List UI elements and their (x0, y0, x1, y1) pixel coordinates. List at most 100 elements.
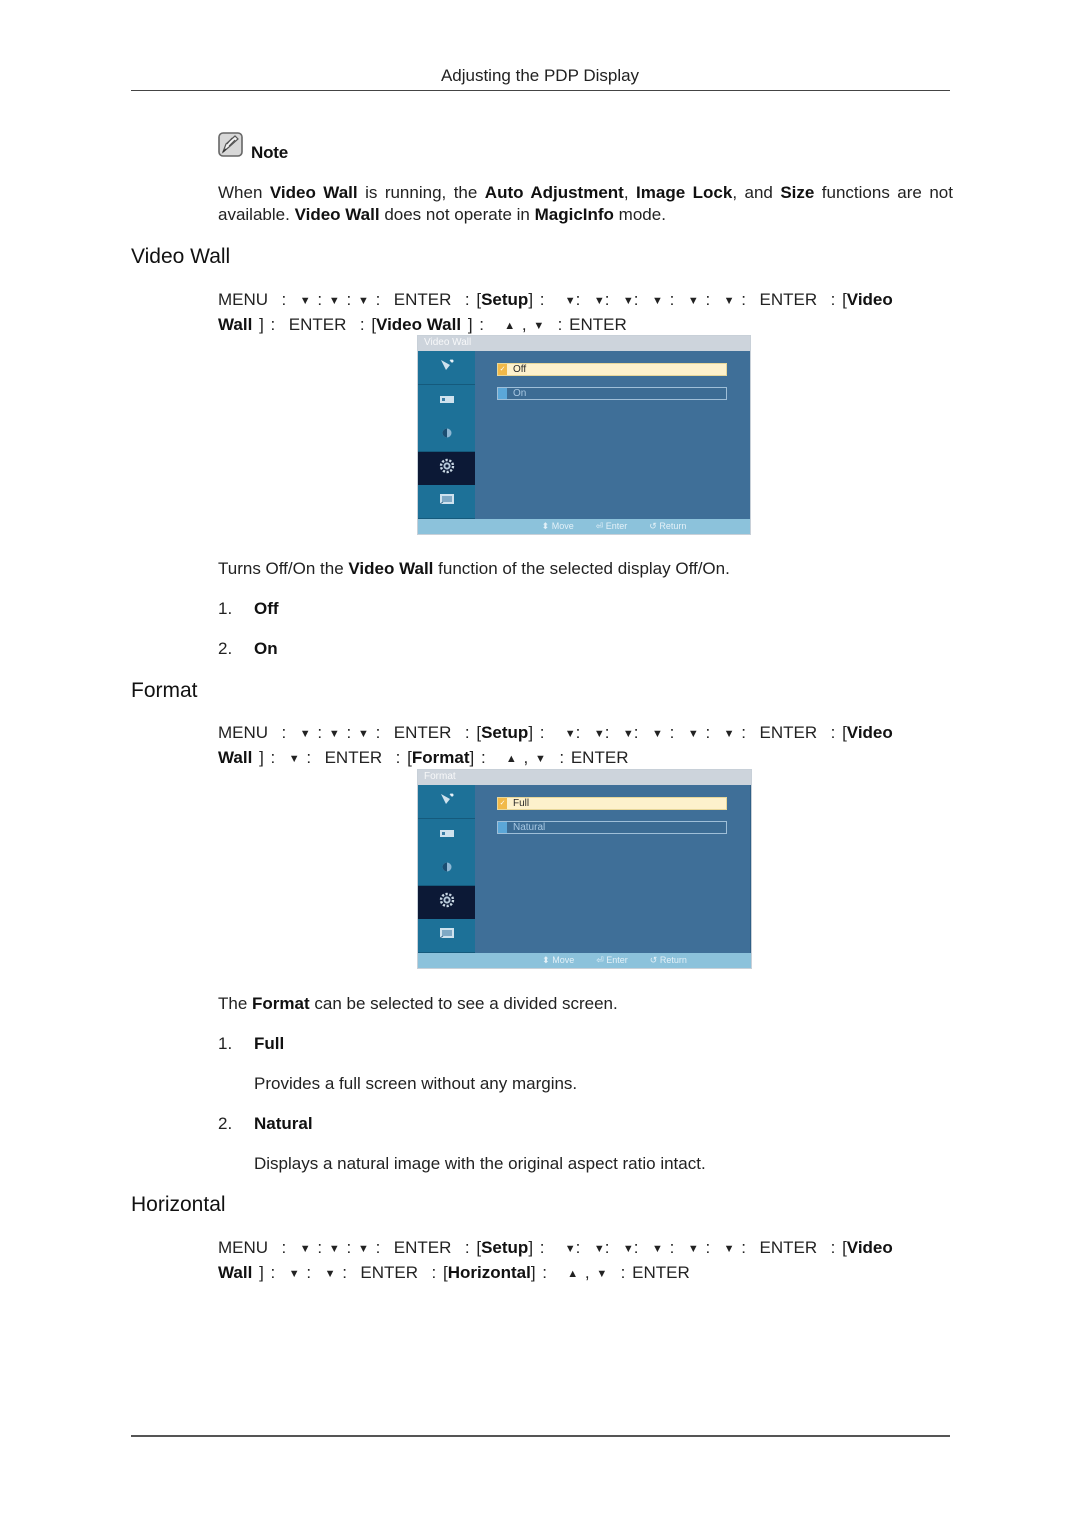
down-arrow-icon: ▼ (324, 1268, 336, 1280)
emphasized-term: Format (252, 994, 310, 1013)
check-icon: ✓ (498, 364, 507, 375)
osd-footer-enter: ⏎ Enter (596, 955, 628, 965)
osd-option-off: ✓ Off (497, 363, 727, 376)
list-item-desc-natural: Displays a natural image with the origin… (254, 1154, 706, 1173)
text-run: mode. (613, 205, 666, 224)
osd-tab (418, 785, 475, 819)
down-arrow-icon: ▼ (564, 728, 576, 740)
osd-title: Video Wall (424, 337, 472, 348)
setup-gear-icon (439, 892, 455, 913)
menu-path-line-1: MENU : ▼ : ▼ : ▼ : ENTER : [Setup] : ▼: … (218, 721, 943, 746)
menu-name: Horizontal (447, 1263, 531, 1282)
osd-tab (418, 485, 475, 520)
text-run: , (623, 183, 637, 202)
emphasized-term: Video Wall (269, 183, 358, 202)
option-marker-icon (498, 388, 507, 399)
list-item-label-on: On (254, 639, 278, 658)
osd-tab (418, 818, 475, 853)
up-arrow-icon: ▲ (567, 1268, 579, 1280)
osd-footer-move: ⬍ Move (541, 521, 574, 531)
emphasized-term: Auto Adjustment (484, 183, 624, 202)
osd-screenshot-format: Format ✓ Full Natural ⬍ Move ⏎ Enter ↺ Return (417, 769, 752, 969)
osd-option-label: Off (513, 364, 527, 375)
down-arrow-icon: ▼ (687, 1243, 699, 1255)
text-run: is running, the (357, 183, 485, 202)
list-item-desc-full: Provides a full screen without any margi… (254, 1074, 578, 1093)
emphasized-term: Video Wall (294, 205, 380, 224)
option-marker-icon (498, 822, 507, 833)
text-run: The (218, 994, 253, 1013)
multi-screen-icon (438, 926, 456, 945)
osd-footer-enter: ⏎ Enter (595, 521, 628, 531)
down-arrow-icon: ▼ (564, 295, 576, 307)
menu-path-horizontal: MENU : ▼ : ▼ : ▼ : ENTER : [Setup] : ▼: … (218, 1236, 943, 1286)
down-arrow-icon: ▼ (723, 1243, 735, 1255)
osd-option-full: ✓ Full (497, 797, 727, 810)
down-arrow-icon: ▼ (687, 295, 699, 307)
antenna-icon (438, 792, 456, 811)
osd-tab (418, 885, 475, 920)
osd-footer-move: ⬍ Move (542, 955, 575, 965)
text-run: When (218, 183, 270, 202)
down-arrow-icon: ▼ (652, 1243, 663, 1255)
menu-path-line-1: MENU : ▼ : ▼ : ▼ : ENTER : [Setup] : ▼: … (218, 1236, 943, 1261)
down-arrow-icon: ▼ (723, 295, 735, 307)
down-arrow-icon: ▼ (328, 728, 340, 740)
down-arrow-icon: ▼ (622, 295, 634, 307)
list-item-number: 2. (218, 1114, 233, 1133)
list-item-label-off: Off (254, 599, 279, 618)
osd-main-panel: ✓ Full Natural (475, 785, 750, 953)
antenna-icon (438, 358, 456, 377)
down-arrow-icon: ▼ (596, 1268, 608, 1280)
header-divider (131, 90, 950, 91)
osd-main-panel: ✓ Off On (475, 351, 750, 519)
check-icon: ✓ (498, 798, 507, 809)
down-arrow-icon: ▼ (723, 728, 735, 740)
emphasized-term: Image Lock (636, 183, 733, 202)
list-item-number: 1. (218, 1034, 233, 1053)
menu-name: Setup (481, 1238, 529, 1257)
menu-name: Format (411, 748, 470, 767)
menu-path-line-1: MENU : ▼ : ▼ : ▼ : ENTER : [Setup] : ▼: … (218, 288, 943, 313)
down-arrow-icon: ▼ (357, 1243, 369, 1255)
menu-path-format: MENU : ▼ : ▼ : ▼ : ENTER : [Setup] : ▼: … (218, 721, 943, 771)
osd-option-natural: Natural (497, 821, 727, 834)
down-arrow-icon: ▼ (328, 1243, 340, 1255)
osd-footer: ⬍ Move ⏎ Enter ↺ Return (418, 953, 751, 968)
down-arrow-icon: ▼ (535, 753, 546, 765)
osd-sidebar (418, 785, 475, 954)
down-arrow-icon: ▼ (299, 295, 311, 307)
osd-sidebar (418, 351, 475, 520)
osd-option-label: Full (513, 798, 530, 809)
picture-icon (438, 392, 456, 410)
section-heading-video-wall: Video Wall (131, 245, 231, 268)
osd-footer-return: ↺ Return (649, 521, 687, 531)
page-header-title: Adjusting the PDP Display (440, 66, 640, 85)
down-arrow-icon: ▼ (357, 295, 369, 307)
menu-name: Video (846, 290, 893, 309)
down-arrow-icon: ▼ (328, 295, 340, 307)
down-arrow-icon: ▼ (687, 728, 699, 740)
sound-icon (441, 860, 453, 878)
osd-tab (418, 418, 475, 453)
note-text: When Video Wall is running, the Auto Adj… (218, 182, 953, 226)
menu-name: Video Wall (376, 315, 462, 334)
osd-footer-return: ↺ Return (649, 955, 687, 965)
footer-divider (131, 1435, 950, 1437)
text-run: , and (732, 183, 781, 202)
text-run: Turns Off/On the (218, 559, 349, 578)
down-arrow-icon: ▼ (622, 1243, 634, 1255)
down-arrow-icon: ▼ (652, 728, 663, 740)
section-heading-format: Format (131, 679, 198, 702)
down-arrow-icon: ▼ (299, 728, 311, 740)
note-pencil-icon (218, 132, 243, 157)
menu-name: Video (846, 723, 893, 742)
osd-title-bar: Format (418, 770, 751, 785)
osd-option-label: On (513, 388, 527, 399)
menu-name: Wall (218, 1263, 253, 1282)
osd-tab (418, 451, 475, 486)
menu-name: Setup (481, 723, 529, 742)
list-item-number: 2. (218, 639, 233, 658)
menu-path-line-2: Wall ] : ▼ : ENTER : [Format] : ▲ , ▼ : … (218, 746, 943, 771)
menu-name: Video (846, 1238, 893, 1257)
